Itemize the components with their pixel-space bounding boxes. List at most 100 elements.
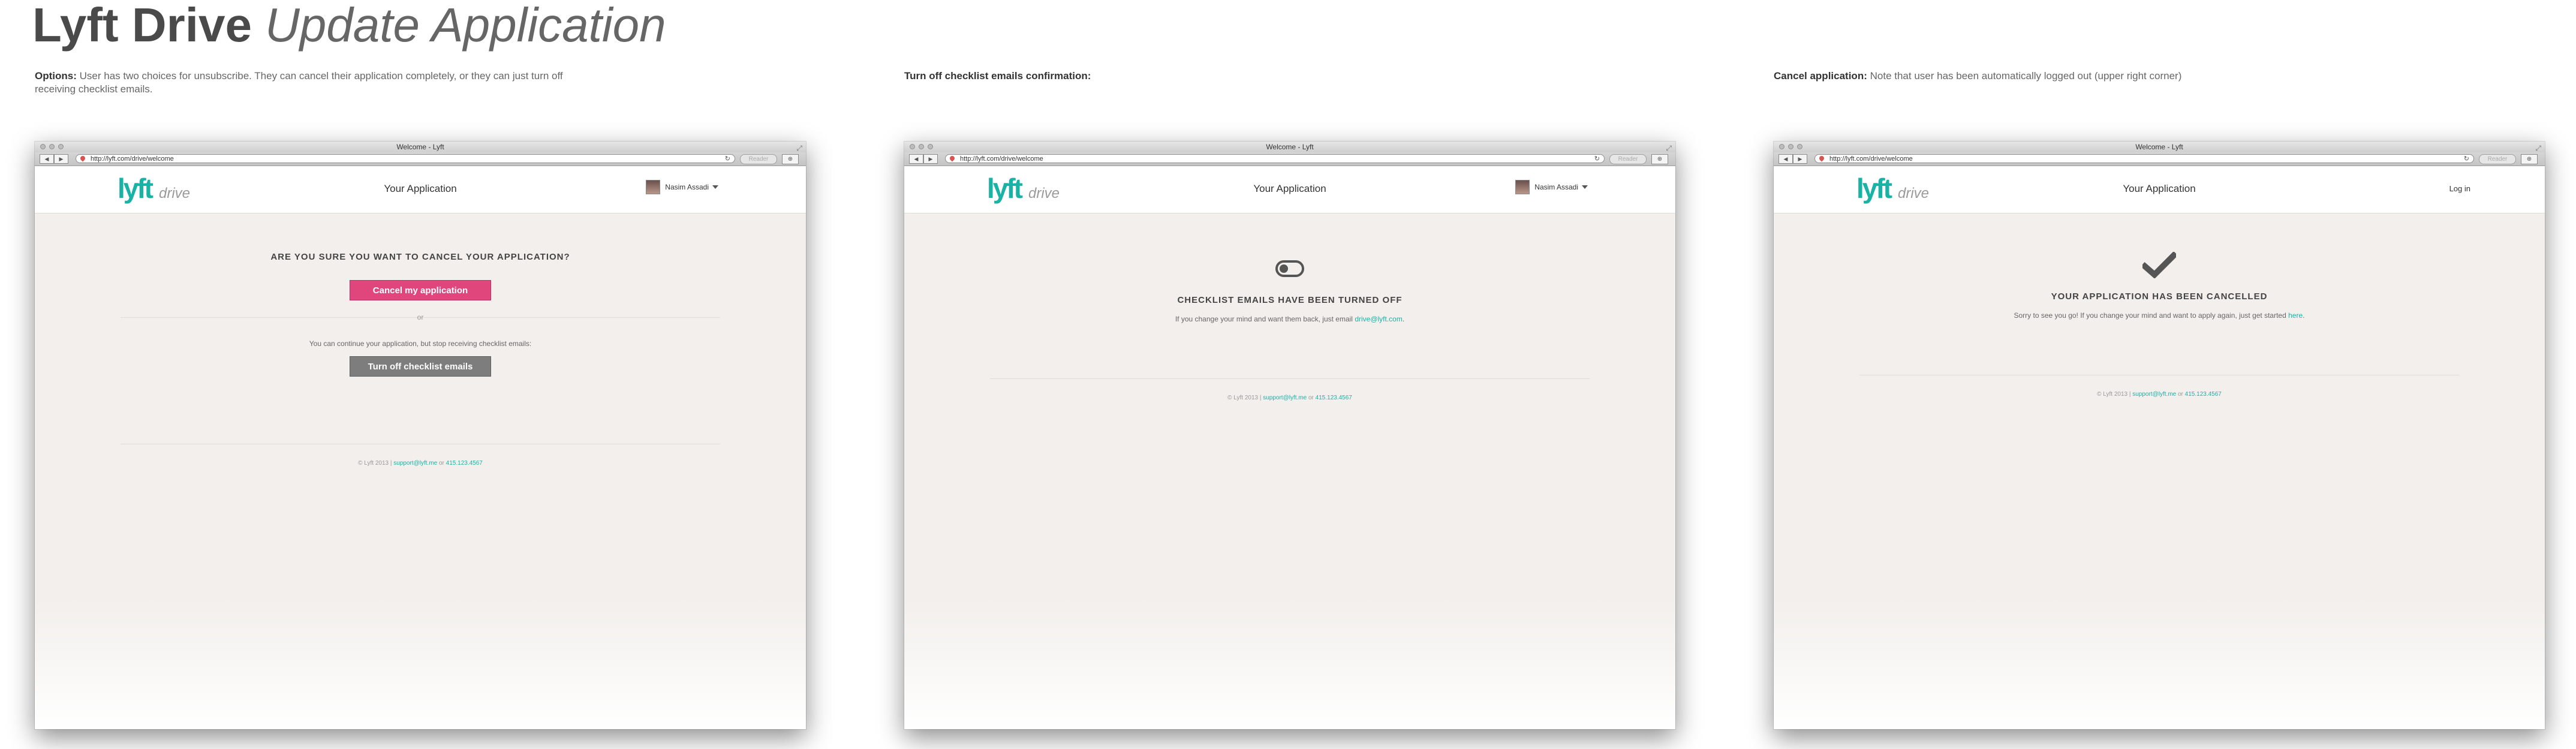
close-window-button[interactable]	[1779, 144, 1784, 149]
traffic-lights	[1779, 144, 1802, 149]
or-label: or	[417, 313, 424, 321]
support-phone-link[interactable]: 415.123.4567	[2185, 391, 2222, 398]
address-bar[interactable]: http://lyft.com/drive/welcome ↻	[76, 154, 735, 163]
site-pin-icon	[949, 155, 956, 162]
browser-toolbar: ◀ ▶ http://lyft.com/drive/welcome ↻ Read…	[35, 152, 806, 166]
footer-copyright: © Lyft 2013 |	[1227, 395, 1262, 401]
emails-off-note: If you change your mind and want them ba…	[904, 315, 1675, 323]
support-phone-link[interactable]: 415.123.4567	[1316, 395, 1352, 401]
minimize-window-button[interactable]	[49, 144, 55, 149]
user-menu[interactable]: Nasim Assadi	[646, 180, 718, 194]
chevron-down-icon	[1582, 185, 1588, 189]
reload-icon[interactable]: ↻	[1594, 155, 1600, 164]
footer-divider	[990, 378, 1590, 379]
emails-off-note-text: If you change your mind and want them ba…	[1175, 315, 1353, 323]
site-header: lyft drive Your Application Nasim Assadi	[904, 166, 1675, 213]
browser-window-cancel-prompt: Welcome - Lyft ⤢ ◀ ▶ http://lyft.com/dri…	[35, 142, 806, 729]
turn-off-emails-button[interactable]: Turn off checklist emails	[350, 356, 491, 377]
confirm-heading: ARE YOU SURE YOU WANT TO CANCEL YOUR APP…	[270, 252, 570, 262]
cancelled-heading: YOUR APPLICATION HAS BEEN CANCELLED	[2051, 291, 2268, 302]
browser-toolbar: ◀ ▶ http://lyft.com/drive/welcome ↻ Read…	[1774, 152, 2545, 166]
minimize-window-button[interactable]	[919, 144, 924, 149]
forward-button[interactable]: ▶	[1793, 154, 1807, 164]
window-title: Welcome - Lyft	[2135, 143, 2183, 151]
footer-or: or	[1308, 395, 1314, 401]
back-button[interactable]: ◀	[909, 154, 923, 164]
footer-copyright: © Lyft 2013 |	[358, 460, 392, 467]
chevron-down-icon	[712, 185, 718, 189]
support-email-link[interactable]: support@lyft.me	[1263, 395, 1307, 401]
login-link[interactable]: Log in	[2449, 184, 2470, 193]
user-name: Nasim Assadi	[665, 183, 709, 191]
forward-button[interactable]: ▶	[923, 154, 938, 164]
back-button[interactable]: ◀	[40, 154, 54, 164]
address-bar[interactable]: http://lyft.com/drive/welcome ↻	[945, 154, 1605, 163]
footer: © Lyft 2013 | support@lyft.me or 415.123…	[35, 460, 806, 467]
zoom-window-button[interactable]	[928, 144, 933, 149]
drive-email-link[interactable]: drive@lyft.com	[1355, 315, 1403, 323]
url-text: http://lyft.com/drive/welcome	[1829, 155, 1913, 163]
browser-toolbar: ◀ ▶ http://lyft.com/drive/welcome ↻ Read…	[904, 152, 1675, 166]
user-menu[interactable]: Nasim Assadi	[1515, 180, 1588, 194]
reader-button[interactable]: Reader	[1609, 154, 1647, 164]
footer: © Lyft 2013 | support@lyft.me or 415.123…	[904, 395, 1675, 401]
page-title-brand: Lyft Drive	[32, 0, 252, 52]
site-pin-icon	[79, 155, 86, 162]
support-email-link[interactable]: support@lyft.me	[393, 460, 437, 467]
traffic-lights	[910, 144, 933, 149]
footer-or: or	[2177, 391, 2183, 398]
reload-icon[interactable]: ↻	[2464, 155, 2469, 164]
window-titlebar: Welcome - Lyft ⤢	[1774, 142, 2545, 152]
window-title: Welcome - Lyft	[396, 143, 444, 151]
close-window-button[interactable]	[910, 144, 915, 149]
back-button[interactable]: ◀	[1778, 154, 1793, 164]
support-email-link[interactable]: support@lyft.me	[2132, 391, 2176, 398]
reload-icon[interactable]: ↻	[725, 155, 730, 164]
site-header: lyft drive Your Application Log in	[1774, 166, 2545, 213]
minimize-window-button[interactable]	[1788, 144, 1793, 149]
caption-text: User has two choices for unsubscribe. Th…	[35, 70, 563, 95]
address-bar[interactable]: http://lyft.com/drive/welcome ↻	[1814, 154, 2474, 163]
checkmark-icon	[1774, 252, 2545, 278]
forward-button[interactable]: ▶	[54, 154, 68, 164]
note-period: .	[2303, 311, 2305, 320]
share-button[interactable]: ⊕	[1651, 154, 1668, 164]
caption-label: Turn off checklist emails confirmation:	[904, 70, 1091, 82]
browser-window-cancelled: Welcome - Lyft ⤢ ◀ ▶ http://lyft.com/dri…	[1774, 142, 2545, 729]
close-window-button[interactable]	[40, 144, 46, 149]
toggle-off-icon	[1275, 260, 1304, 277]
main-content: ARE YOU SURE YOU WANT TO CANCEL YOUR APP…	[35, 252, 806, 467]
cancelled-note: Sorry to see you go! If you change your …	[1774, 311, 2545, 320]
url-text: http://lyft.com/drive/welcome	[960, 155, 1043, 163]
url-text: http://lyft.com/drive/welcome	[91, 155, 174, 163]
main-content: CHECKLIST EMAILS HAVE BEEN TURNED OFF If…	[904, 260, 1675, 401]
caption-text: Note that user has been automatically lo…	[1870, 70, 2182, 82]
zoom-window-button[interactable]	[58, 144, 64, 149]
browser-window-emails-off: Welcome - Lyft ⤢ ◀ ▶ http://lyft.com/dri…	[904, 142, 1675, 729]
footer: © Lyft 2013 | support@lyft.me or 415.123…	[1774, 391, 2545, 398]
user-name: Nasim Assadi	[1534, 183, 1578, 191]
header-title: Your Application	[2123, 183, 2196, 194]
caption-turnoff: Turn off checklist emails confirmation:	[904, 70, 1462, 83]
reader-button[interactable]: Reader	[2479, 154, 2516, 164]
main-content: YOUR APPLICATION HAS BEEN CANCELLED Sorr…	[1774, 252, 2545, 398]
share-button[interactable]: ⊕	[782, 154, 799, 164]
window-title: Welcome - Lyft	[1266, 143, 1314, 151]
site-header: lyft drive Your Application Nasim Assadi	[35, 166, 806, 213]
caption-cancel: Cancel application: Note that user has b…	[1774, 70, 2373, 83]
site-pin-icon	[1818, 155, 1825, 162]
continue-note: You can continue your application, but s…	[309, 339, 532, 348]
get-started-link[interactable]: here	[2288, 311, 2303, 320]
avatar	[646, 180, 661, 194]
traffic-lights	[40, 144, 64, 149]
note-period: .	[1402, 315, 1405, 323]
caption-label: Options:	[35, 70, 77, 82]
window-titlebar: Welcome - Lyft ⤢	[904, 142, 1675, 152]
page-title-subtitle: Update Application	[265, 0, 666, 52]
zoom-window-button[interactable]	[1797, 144, 1802, 149]
page-title: Lyft Drive Update Application	[32, 1, 666, 49]
support-phone-link[interactable]: 415.123.4567	[446, 460, 483, 467]
share-button[interactable]: ⊕	[2521, 154, 2538, 164]
reader-button[interactable]: Reader	[740, 154, 777, 164]
cancel-application-button[interactable]: Cancel my application	[350, 280, 491, 300]
